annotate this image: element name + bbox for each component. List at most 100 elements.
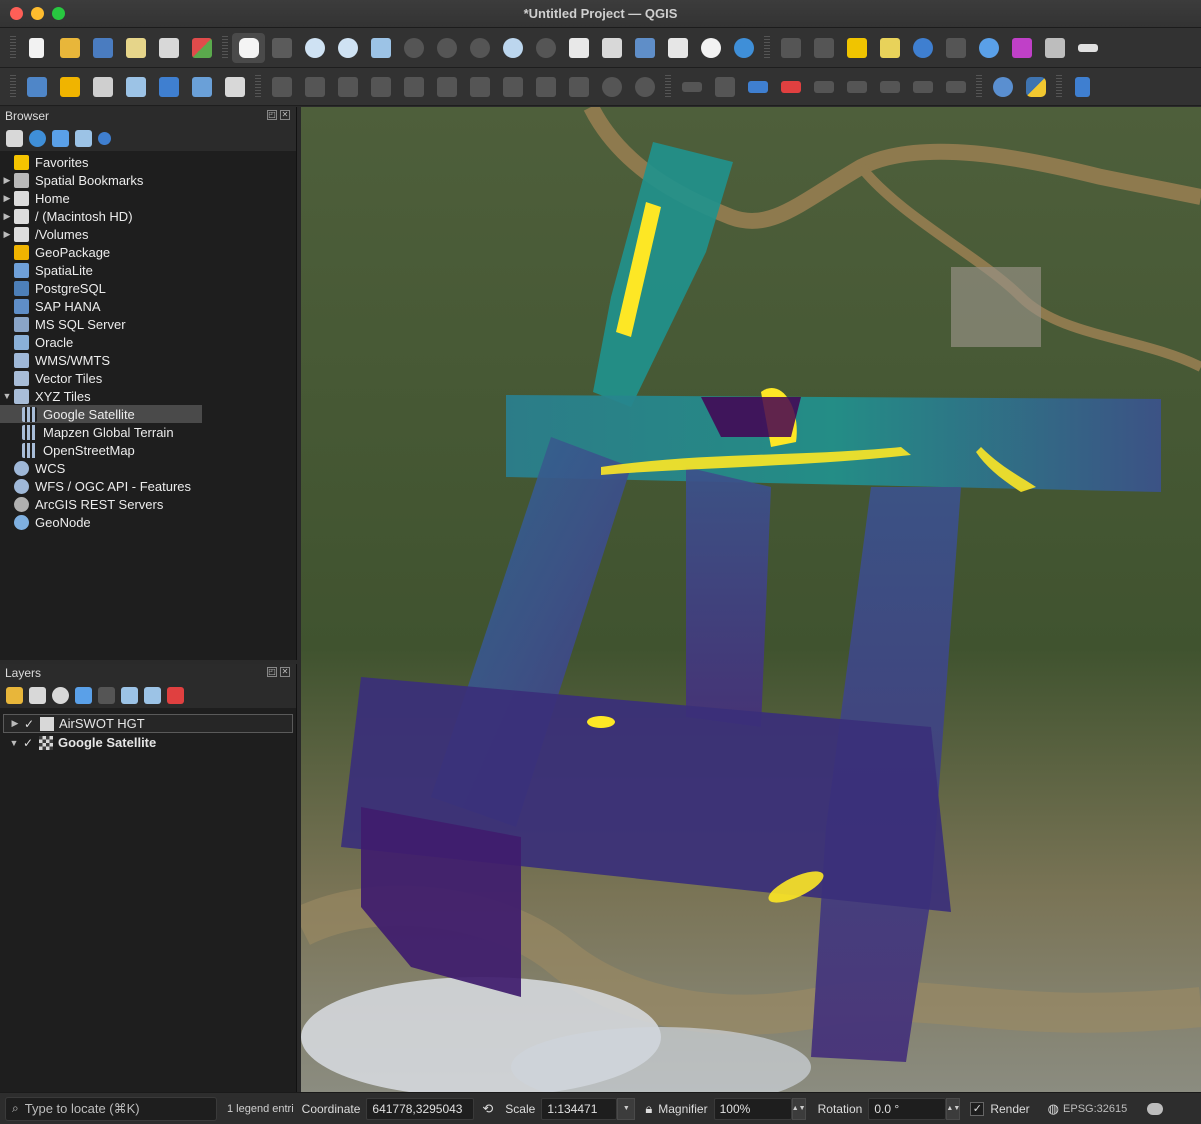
- messages-icon[interactable]: [1147, 1102, 1164, 1115]
- new-virtual-layer-button[interactable]: [152, 72, 185, 102]
- move-label-button[interactable]: [840, 72, 873, 102]
- close-panel-button[interactable]: ✕: [280, 667, 290, 677]
- browser-item-openstreetmap[interactable]: OpenStreetMap: [0, 441, 296, 459]
- float-panel-button[interactable]: ◰: [267, 667, 277, 677]
- pan-map-button[interactable]: [232, 32, 265, 63]
- remove-layer-icon[interactable]: [167, 686, 184, 704]
- add-layer-icon[interactable]: [6, 129, 23, 147]
- toolbar-grip[interactable]: [255, 74, 261, 99]
- zoom-to-layer-button[interactable]: [430, 33, 463, 63]
- lock-scale-icon[interactable]: 🔒︎: [645, 1101, 652, 1117]
- browser-item-volumes[interactable]: ▶ /Volumes: [0, 225, 296, 243]
- crs-globe-icon[interactable]: ◍: [1048, 1101, 1059, 1117]
- toolbar-grip[interactable]: [665, 74, 671, 99]
- browser-item-xyz-tiles[interactable]: ▼ XYZ Tiles: [0, 387, 296, 405]
- new-project-button[interactable]: [20, 33, 53, 63]
- toolbar-grip[interactable]: [10, 35, 16, 60]
- refresh-button[interactable]: [727, 33, 760, 63]
- zoom-to-selection-button[interactable]: [397, 33, 430, 63]
- rotation-field[interactable]: 0.0 °: [868, 1097, 947, 1120]
- digitize-button[interactable]: [364, 72, 397, 102]
- python-console-button[interactable]: [1019, 72, 1052, 102]
- zoom-last-button[interactable]: [496, 33, 529, 63]
- style-manager-button[interactable]: [185, 33, 218, 63]
- browser-item-home[interactable]: ▶ Home: [0, 189, 296, 207]
- layout-manager-button[interactable]: [152, 33, 185, 63]
- browser-item-google-satellite[interactable]: Google Satellite: [0, 405, 202, 423]
- new-mesh-layer-button[interactable]: [185, 72, 218, 102]
- new-print-layout-button[interactable]: [119, 33, 152, 63]
- expand-all-icon[interactable]: [121, 686, 138, 704]
- browser-item-wms-wmts[interactable]: WMS/WMTS: [0, 351, 296, 369]
- rotate-label-button[interactable]: [873, 72, 906, 102]
- modify-attributes-button[interactable]: [430, 72, 463, 102]
- paste-features-button[interactable]: [562, 72, 595, 102]
- render-checkbox[interactable]: ✓: [970, 1101, 985, 1116]
- style-layer-icon[interactable]: [6, 686, 23, 704]
- help-button[interactable]: [1066, 72, 1099, 102]
- expand-arrow-icon[interactable]: ▼: [7, 738, 21, 748]
- measure-line-button[interactable]: [1071, 33, 1104, 63]
- refresh-icon[interactable]: [29, 129, 46, 147]
- new-annotation-button[interactable]: [119, 72, 152, 102]
- browser-item-postgresql[interactable]: PostgreSQL: [0, 279, 296, 297]
- processing-toolbox-button[interactable]: [972, 33, 1005, 63]
- layer-visibility-checkbox[interactable]: ✓: [21, 736, 35, 750]
- browser-item-ms-sql-server[interactable]: MS SQL Server: [0, 315, 296, 333]
- pin-labels-button[interactable]: [708, 72, 741, 102]
- browser-item-macintosh-hd[interactable]: ▶ / (Macintosh HD): [0, 207, 296, 225]
- browser-item-oracle[interactable]: Oracle: [0, 333, 296, 351]
- map-canvas[interactable]: [301, 107, 1201, 1092]
- deselect-all-button[interactable]: [840, 33, 873, 63]
- zoom-next-button[interactable]: [529, 33, 562, 63]
- filter-expression-icon[interactable]: [98, 686, 115, 704]
- pan-to-selection-button[interactable]: [265, 33, 298, 63]
- collapse-all-icon[interactable]: [75, 129, 92, 147]
- info-icon[interactable]: [98, 131, 111, 145]
- label-toolbar-button[interactable]: [675, 72, 708, 102]
- show-bookmarks-button[interactable]: [661, 33, 694, 63]
- open-project-button[interactable]: [53, 33, 86, 63]
- rotation-spinner[interactable]: ▲▼: [946, 1097, 961, 1120]
- layer-diagram-options-button[interactable]: [774, 72, 807, 102]
- browser-item-geonode[interactable]: GeoNode: [0, 513, 296, 531]
- identify-features-button[interactable]: [906, 33, 939, 63]
- expand-arrow-icon[interactable]: ▶: [0, 175, 14, 186]
- layer-item[interactable]: ▶ ✓ AirSWOT HGT: [3, 714, 293, 733]
- select-features-button[interactable]: [774, 33, 807, 63]
- eye-icon[interactable]: [52, 686, 69, 704]
- locator-search[interactable]: ⌕ Type to locate (⌘K): [5, 1096, 217, 1121]
- toolbar-grip[interactable]: [222, 35, 228, 60]
- collapse-all-icon[interactable]: [144, 686, 161, 704]
- browser-item-mapzen-global-terrain[interactable]: Mapzen Global Terrain: [0, 423, 296, 441]
- browser-item-favorites[interactable]: Favorites: [0, 153, 296, 171]
- close-panel-button[interactable]: ✕: [280, 110, 290, 120]
- open-attribute-table-button[interactable]: [1038, 33, 1071, 63]
- browser-item-wfs-ogc-api-features[interactable]: WFS / OGC API - Features: [0, 477, 296, 495]
- zoom-in-button[interactable]: [298, 33, 331, 63]
- browser-item-spatialite[interactable]: SpatiaLite: [0, 261, 296, 279]
- expand-arrow-icon[interactable]: ▶: [0, 193, 14, 204]
- new-temporary-layer-button[interactable]: [86, 72, 119, 102]
- expand-arrow-icon[interactable]: ▶: [0, 211, 14, 222]
- toolbar-grip[interactable]: [10, 74, 16, 99]
- zoom-native-button[interactable]: [463, 33, 496, 63]
- save-project-button[interactable]: [86, 33, 119, 63]
- toggle-extents-icon[interactable]: ⟲: [482, 1101, 493, 1117]
- add-group-icon[interactable]: [29, 686, 46, 704]
- expand-arrow-icon[interactable]: ▶: [0, 229, 14, 240]
- layer-labeling-options-button[interactable]: [741, 72, 774, 102]
- zoom-full-button[interactable]: [364, 33, 397, 63]
- delete-selected-button[interactable]: [463, 72, 496, 102]
- magnifier-field[interactable]: 100%: [713, 1097, 792, 1120]
- toolbar-grip[interactable]: [764, 35, 770, 60]
- browser-item-arcgis-rest-servers[interactable]: ArcGIS REST Servers: [0, 495, 296, 513]
- new-spatialite-layer-button[interactable]: [218, 72, 251, 102]
- data-source-manager-button[interactable]: [20, 72, 53, 102]
- temporal-controller-button[interactable]: [694, 33, 727, 63]
- browser-item-vector-tiles[interactable]: Vector Tiles: [0, 369, 296, 387]
- save-edits-button[interactable]: [331, 72, 364, 102]
- change-label-button[interactable]: [906, 72, 939, 102]
- layer-item[interactable]: ▼ ✓ Google Satellite: [3, 733, 296, 752]
- select-by-value-button[interactable]: [807, 33, 840, 63]
